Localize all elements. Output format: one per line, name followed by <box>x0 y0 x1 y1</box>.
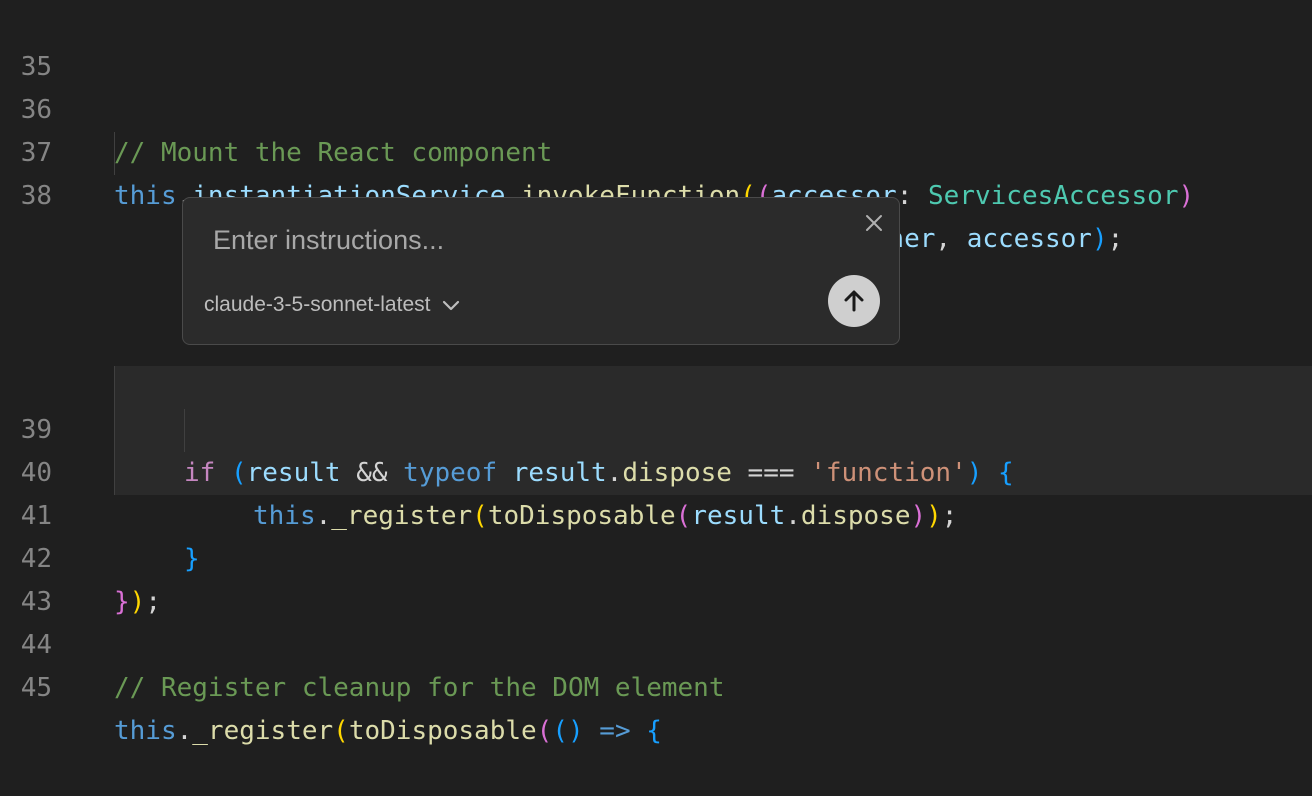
code-text: // Register cleanup for the DOM element <box>114 667 724 710</box>
line-number: 45 <box>20 673 52 703</box>
model-label: claude-3-5-sonnet-latest <box>204 293 431 316</box>
this-token: this <box>114 716 177 746</box>
code-line: 44 // Register cleanup for the DOM eleme… <box>0 581 1312 703</box>
punct-token: . <box>176 716 193 746</box>
arrow-up-icon <box>844 290 864 312</box>
bracket-token: ( <box>333 716 349 746</box>
punct-token: : <box>896 181 929 211</box>
punct-token: ; <box>1107 224 1124 254</box>
bracket-token: ( <box>536 716 553 746</box>
code-line: 45 this._register(toDisposable(() => { <box>0 624 1312 746</box>
punct-token: , <box>935 224 967 254</box>
code-line: 36 // Mount the React component <box>0 46 1312 168</box>
function-token: _register <box>192 716 334 746</box>
code-line: 40 this._register(toDisposable(result.di… <box>0 409 1312 531</box>
instructions-input[interactable] <box>201 218 845 262</box>
comment-token: // Register cleanup for the DOM element <box>114 673 725 703</box>
bracket-token: ) <box>1178 181 1195 211</box>
model-dropdown[interactable]: claude-3-5-sonnet-latest <box>204 290 462 320</box>
line-number: 38 <box>20 181 52 211</box>
this-token: this <box>114 181 177 211</box>
variable-token: accessor <box>966 224 1092 254</box>
code-line: 42 }); <box>0 495 1312 617</box>
code-line: 35 <box>0 3 1312 82</box>
code-line: 43 <box>0 538 1312 617</box>
code-line: 38 const result = mountVoidTooltip(toolt… <box>0 132 1312 254</box>
bracket-token: { <box>646 716 662 746</box>
chevron-down-icon <box>443 300 460 311</box>
code-line: 39 if (result && typeof result.dispose =… <box>0 366 1312 488</box>
inline-prompt-widget: claude-3-5-sonnet-latest <box>182 197 900 345</box>
close-icon <box>866 215 882 231</box>
code-line: 37 this.instantiationService.invokeFunct… <box>0 89 1312 211</box>
code-editor[interactable]: 35 36 // Mount the React component 37 th… <box>0 0 1312 746</box>
submit-button[interactable] <box>828 275 880 327</box>
bracket-token: ( <box>552 716 568 746</box>
arrow-token: => <box>583 716 647 746</box>
close-button[interactable] <box>861 210 887 236</box>
code-line: 41 } <box>0 452 1312 574</box>
bracket-token: ) <box>567 716 584 746</box>
code-text: this._register(toDisposable(() => { <box>114 710 662 753</box>
bracket-token: ) <box>1091 224 1108 254</box>
function-token: toDisposable <box>348 716 537 746</box>
type-token: ServicesAccessor <box>928 181 1179 211</box>
